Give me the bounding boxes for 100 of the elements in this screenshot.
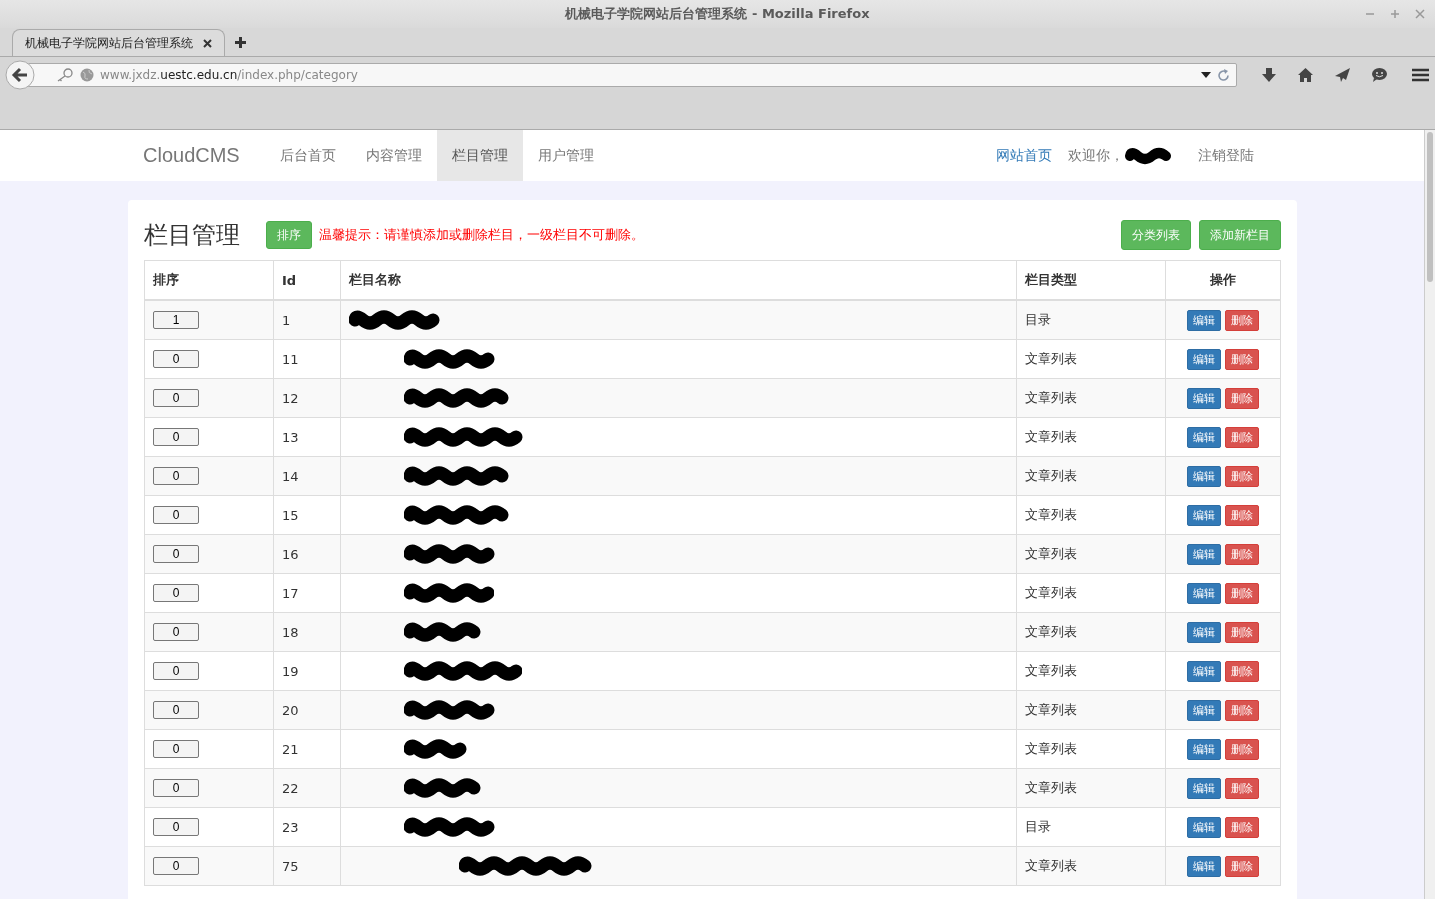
table-cell: 75	[273, 846, 341, 886]
table-cell: 文章列表	[1016, 534, 1166, 574]
table-cell: 17	[273, 573, 341, 613]
delete-button[interactable]: 删除	[1225, 309, 1259, 331]
close-icon[interactable]	[203, 38, 212, 48]
order-field[interactable]: 0	[153, 701, 199, 719]
order-field[interactable]: 0	[153, 467, 199, 485]
order-field[interactable]: 0	[153, 779, 199, 797]
action-button[interactable]: 分类列表	[1121, 220, 1191, 250]
nav-link[interactable]: 用户管理	[522, 130, 609, 181]
edit-button[interactable]: 编辑	[1187, 465, 1221, 487]
table-cell: 文章列表	[1016, 417, 1166, 457]
delete-button[interactable]: 删除	[1225, 699, 1259, 721]
order-field[interactable]: 0	[153, 740, 199, 758]
nav-link[interactable]: 栏目管理	[436, 130, 523, 181]
scrollbar-thumb[interactable]	[1427, 132, 1433, 282]
order-field[interactable]: 0	[153, 623, 199, 641]
table-cell: 13	[273, 417, 341, 457]
edit-button[interactable]: 编辑	[1187, 504, 1221, 526]
order-field[interactable]: 0	[153, 662, 199, 680]
order-field[interactable]: 0	[153, 857, 199, 875]
delete-button[interactable]: 删除	[1225, 543, 1259, 565]
table-cell: 文章列表	[1016, 339, 1166, 379]
edit-button[interactable]: 编辑	[1187, 816, 1221, 838]
table-cell: 14	[273, 456, 341, 496]
table-cell: 文章列表	[1016, 846, 1166, 886]
page-heading: 栏目管理	[144, 220, 240, 251]
edit-button[interactable]: 编辑	[1187, 855, 1221, 877]
delete-button[interactable]: 删除	[1225, 387, 1259, 409]
download-icon[interactable]	[1261, 67, 1277, 83]
edit-button[interactable]: 编辑	[1187, 348, 1221, 370]
table-cell: 16	[273, 534, 341, 574]
globe-icon	[80, 68, 94, 82]
warning-notice: 温馨提示：请谨慎添加或删除栏目，一级栏目不可删除。	[319, 226, 644, 244]
table-cell: 11	[273, 339, 341, 379]
welcome-text: 欢迎你，	[1068, 146, 1124, 165]
window-title: 机械电子学院网站后台管理系统 - Mozilla Firefox	[565, 5, 870, 23]
table-cell: 18	[273, 612, 341, 652]
edit-button[interactable]: 编辑	[1187, 777, 1221, 799]
table-cell: 21	[273, 729, 341, 769]
table-cell: 19	[273, 651, 341, 691]
logout-link[interactable]: 注销登陆	[1198, 146, 1254, 165]
url-text: www.jxdz.uestc.edu.cn/index.php/category	[100, 68, 359, 82]
delete-button[interactable]: 删除	[1225, 777, 1259, 799]
plus-icon[interactable]	[235, 37, 246, 48]
table-cell: 12	[273, 378, 341, 418]
table-cell: 文章列表	[1016, 690, 1166, 730]
delete-button[interactable]: 删除	[1225, 855, 1259, 877]
delete-button[interactable]: 删除	[1225, 621, 1259, 643]
edit-button[interactable]: 编辑	[1187, 621, 1221, 643]
dropdown-caret-icon[interactable]	[1201, 72, 1211, 78]
browser-tab[interactable]: 机械电子学院网站后台管理系统	[12, 29, 225, 56]
order-field[interactable]: 0	[153, 584, 199, 602]
nav-link[interactable]: 内容管理	[350, 130, 437, 181]
delete-button[interactable]: 删除	[1225, 426, 1259, 448]
delete-button[interactable]: 删除	[1225, 504, 1259, 526]
delete-button[interactable]: 删除	[1225, 465, 1259, 487]
delete-button[interactable]: 删除	[1225, 582, 1259, 604]
table-cell: 目录	[1016, 807, 1166, 847]
table-cell: 文章列表	[1016, 495, 1166, 535]
edit-button[interactable]: 编辑	[1187, 309, 1221, 331]
order-field[interactable]: 0	[153, 545, 199, 563]
table-cell: 22	[273, 768, 341, 808]
delete-button[interactable]: 删除	[1225, 816, 1259, 838]
edit-button[interactable]: 编辑	[1187, 387, 1221, 409]
site-home-link[interactable]: 网站首页	[996, 146, 1052, 165]
table-cell: 文章列表	[1016, 651, 1166, 691]
edit-button[interactable]: 编辑	[1187, 699, 1221, 721]
edit-button[interactable]: 编辑	[1187, 738, 1221, 760]
edit-button[interactable]: 编辑	[1187, 426, 1221, 448]
table-cell: 文章列表	[1016, 456, 1166, 496]
table-cell: 15	[273, 495, 341, 535]
menu-icon[interactable]	[1412, 68, 1429, 82]
table-cell: 23	[273, 807, 341, 847]
order-field[interactable]: 0	[153, 428, 199, 446]
table-cell: 20	[273, 690, 341, 730]
edit-button[interactable]: 编辑	[1187, 543, 1221, 565]
order-field[interactable]: 0	[153, 506, 199, 524]
delete-button[interactable]: 删除	[1225, 660, 1259, 682]
action-button[interactable]: 添加新栏目	[1199, 220, 1281, 250]
nav-link[interactable]: 后台首页	[264, 130, 351, 181]
table-cell: 文章列表	[1016, 378, 1166, 418]
delete-button[interactable]: 删除	[1225, 738, 1259, 760]
sort-button[interactable]: 排序	[266, 221, 312, 249]
edit-button[interactable]: 编辑	[1187, 582, 1221, 604]
table-cell: 文章列表	[1016, 729, 1166, 769]
order-field[interactable]: 0	[153, 818, 199, 836]
reload-icon[interactable]	[1217, 68, 1230, 82]
order-field[interactable]: 0	[153, 350, 199, 368]
brand-link[interactable]: CloudCMS	[128, 144, 255, 167]
paper-plane-icon[interactable]	[1334, 67, 1351, 83]
table-cell: 文章列表	[1016, 573, 1166, 613]
chat-face-icon[interactable]	[1371, 67, 1388, 83]
order-field[interactable]: 0	[153, 389, 199, 407]
edit-button[interactable]: 编辑	[1187, 660, 1221, 682]
order-field[interactable]: 1	[153, 311, 199, 329]
table-cell: 1	[273, 300, 341, 340]
delete-button[interactable]: 删除	[1225, 348, 1259, 370]
table-cell: 文章列表	[1016, 612, 1166, 652]
home-icon[interactable]	[1297, 67, 1314, 83]
